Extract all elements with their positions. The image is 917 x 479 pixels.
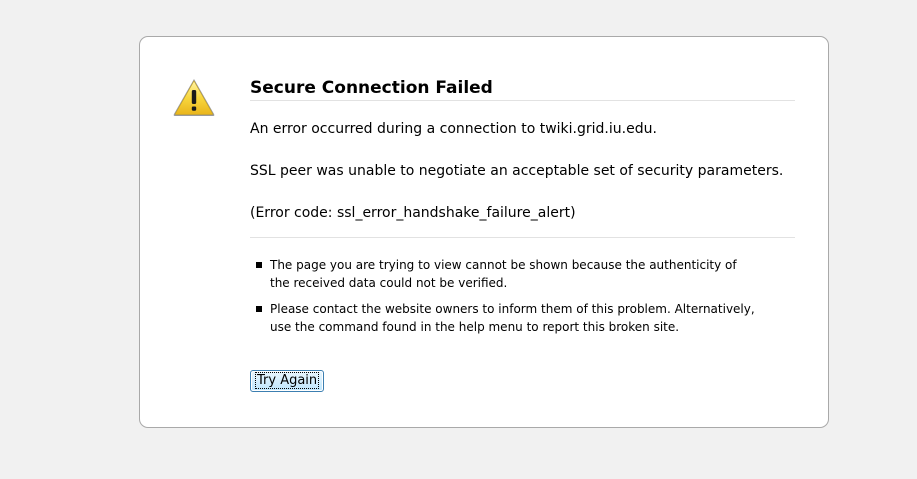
error-message: An error occurred during a connection to…	[250, 121, 657, 137]
bullet-text: Please contact the website owners to inf…	[270, 302, 755, 334]
error-title: Secure Connection Failed	[250, 77, 795, 101]
try-again-button[interactable]: Try Again	[250, 370, 325, 392]
error-content: Secure Connection Failed An error occurr…	[250, 77, 795, 344]
error-detail: SSL peer was unable to negotiate an acce…	[250, 163, 784, 179]
list-item: The page you are trying to view cannot b…	[250, 256, 760, 292]
bullet-icon	[256, 262, 262, 268]
bullet-text: The page you are trying to view cannot b…	[270, 258, 737, 290]
error-page-container: Secure Connection Failed An error occurr…	[139, 36, 829, 428]
divider	[250, 237, 795, 238]
try-again-label: Try Again	[254, 372, 320, 389]
warning-icon	[173, 79, 215, 116]
error-bullet-list: The page you are trying to view cannot b…	[250, 256, 795, 336]
error-code: (Error code: ssl_error_handshake_failure…	[250, 205, 576, 221]
bullet-icon	[256, 306, 262, 312]
list-item: Please contact the website owners to inf…	[250, 300, 760, 336]
